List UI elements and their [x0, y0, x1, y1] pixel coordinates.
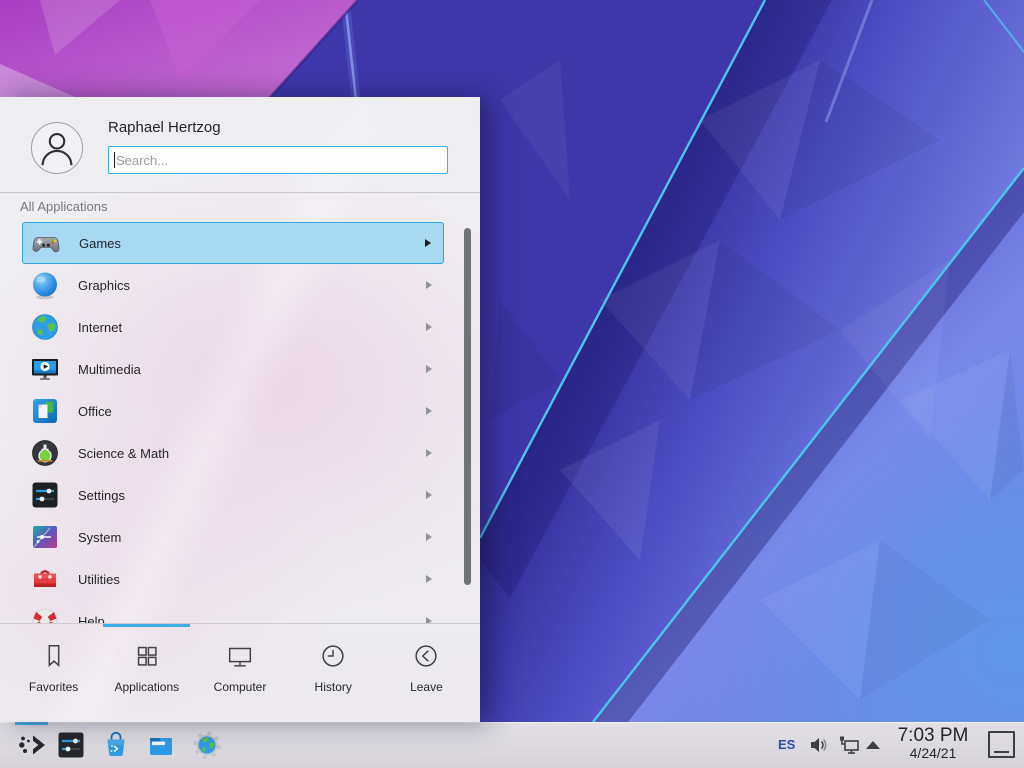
favorites-icon [39, 641, 69, 671]
category-label: Science & Math [78, 446, 169, 461]
category-row-office[interactable]: Office [22, 390, 444, 432]
submenu-arrow-icon [426, 281, 432, 289]
show-desktop-button[interactable] [988, 731, 1015, 758]
category-row-science-math[interactable]: Science & Math [22, 432, 444, 474]
clock-time: 7:03 PM [893, 725, 973, 746]
leave-icon [411, 641, 441, 671]
text-cursor [114, 152, 115, 168]
active-task-indicator [15, 722, 48, 725]
tab-history[interactable]: History [287, 624, 380, 722]
dolphin-file-manager-icon[interactable] [145, 729, 177, 761]
category-row-games[interactable]: Games [22, 222, 444, 264]
computer-icon [225, 641, 255, 671]
submenu-arrow-icon [426, 575, 432, 583]
submenu-arrow-icon [426, 323, 432, 331]
office-icon [29, 395, 61, 427]
category-label: Games [79, 236, 121, 251]
category-label: System [78, 530, 121, 545]
tab-bar: Favorites Applications [0, 623, 480, 722]
submenu-arrow-icon [426, 491, 432, 499]
volume-icon[interactable] [808, 734, 830, 756]
search-input[interactable] [108, 146, 448, 174]
tab-label: Applications [114, 680, 179, 694]
tab-label: Computer [214, 680, 267, 694]
graphics-icon [29, 269, 61, 301]
category-label: Graphics [78, 278, 130, 293]
category-row-system[interactable]: System [22, 516, 444, 558]
games-icon [30, 227, 62, 259]
tab-label: Leave [410, 680, 443, 694]
active-tab-indicator [103, 624, 190, 627]
kickoff-header: Raphael Hertzog [0, 97, 480, 193]
applications-icon [132, 641, 162, 671]
desktop: Raphael Hertzog All Applications [0, 0, 1024, 768]
category-label: Internet [78, 320, 122, 335]
category-row-multimedia[interactable]: Multimedia [22, 348, 444, 390]
clock-date: 4/24/21 [893, 746, 973, 761]
kickoff-menu: Raphael Hertzog All Applications [0, 97, 480, 722]
tab-label: Favorites [29, 680, 78, 694]
science-math-icon [29, 437, 61, 469]
category-list: Games Graphics [22, 222, 444, 623]
category-label: Help [78, 614, 105, 624]
submenu-arrow-icon [425, 239, 431, 247]
submenu-arrow-icon [426, 449, 432, 457]
tab-leave[interactable]: Leave [380, 624, 473, 722]
kickoff-launcher-icon[interactable] [16, 729, 48, 761]
category-row-help[interactable]: Help [22, 600, 444, 623]
tab-label: History [315, 680, 352, 694]
submenu-arrow-icon [426, 407, 432, 415]
tab-applications[interactable]: Applications [100, 624, 193, 722]
category-label: Office [78, 404, 112, 419]
category-label: Multimedia [78, 362, 141, 377]
category-label: Utilities [78, 572, 120, 587]
tab-favorites[interactable]: Favorites [7, 624, 100, 722]
web-browser-icon[interactable] [191, 729, 223, 761]
submenu-arrow-icon [426, 365, 432, 373]
discover-icon[interactable] [100, 729, 132, 761]
help-icon [29, 605, 61, 623]
multimedia-icon [29, 353, 61, 385]
category-row-graphics[interactable]: Graphics [22, 264, 444, 306]
keyboard-layout-indicator[interactable]: ES [778, 737, 795, 752]
utilities-icon [29, 563, 61, 595]
tab-computer[interactable]: Computer [193, 624, 286, 722]
category-row-internet[interactable]: Internet [22, 306, 444, 348]
section-label: All Applications [20, 199, 107, 214]
category-label: Settings [78, 488, 125, 503]
expand-tray-icon[interactable] [866, 741, 880, 749]
taskbar: ES 7:03 PM 4/24/21 [0, 722, 1024, 768]
network-icon[interactable] [838, 734, 860, 756]
settings-icon [29, 479, 61, 511]
user-name: Raphael Hertzog [108, 119, 221, 136]
avatar[interactable] [31, 122, 83, 174]
system-icon [29, 521, 61, 553]
digital-clock[interactable]: 7:03 PM 4/24/21 [893, 725, 973, 761]
scrollbar-thumb[interactable] [464, 228, 471, 585]
history-icon [318, 641, 348, 671]
submenu-arrow-icon [426, 533, 432, 541]
system-settings-icon[interactable] [55, 729, 87, 761]
category-row-utilities[interactable]: Utilities [22, 558, 444, 600]
category-row-settings[interactable]: Settings [22, 474, 444, 516]
internet-icon [29, 311, 61, 343]
